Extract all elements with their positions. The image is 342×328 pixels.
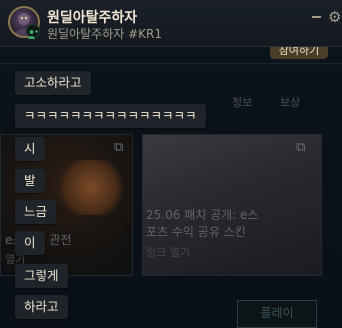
background-tab-rewards[interactable]: 보상 (280, 94, 300, 110)
background-card-patch-sub: 링크 열기 (146, 246, 190, 259)
background-card-patch-caption-line1: 25.06 패치 공개: e스 (146, 208, 259, 222)
chat-message: 느금 (15, 200, 57, 224)
background-divider (0, 63, 342, 64)
background-card-patch-caption-line2: 포츠 수익 공유 스킨 (146, 225, 246, 239)
chat-window: 참여하기 정보 보상 ⧉ e스포츠 관전 열기 ⧉ 25.06 패치 공개: e… (0, 0, 342, 328)
chat-message: ㅋㅋㅋㅋㅋㅋㅋㅋㅋㅋㅋㅋㅋㅋㅋ (15, 104, 206, 128)
chat-message: 이 (15, 231, 45, 255)
background-card-patch[interactable]: ⧉ 25.06 패치 공개: e스 포츠 수익 공유 스킨 링크 열기 (142, 134, 322, 276)
external-link-icon: ⧉ (296, 140, 306, 155)
contact-name: 원딜아탈주하자 (47, 10, 138, 26)
chat-message: 발 (15, 169, 45, 193)
chat-message: 시 (15, 137, 45, 161)
chat-message: 그렇게 (15, 264, 68, 288)
friend-status-icon (26, 24, 40, 39)
chat-message: 하라고 (15, 295, 68, 319)
contact-riot-id: 원딜아탈주하자 #KR1 (47, 27, 162, 41)
minimize-icon[interactable] (312, 16, 321, 18)
gear-icon[interactable]: ⚙ (328, 9, 342, 25)
chat-message: 고소하라고 (15, 71, 91, 95)
play-button[interactable]: 플레이 (237, 300, 317, 328)
external-link-icon: ⧉ (114, 140, 124, 155)
esports-emblem-icon (56, 160, 126, 215)
background-tab-info[interactable]: 정보 (232, 94, 252, 110)
chat-header: 원딜아탈주하자 원딜아탈주하자 #KR1 ⚙ (0, 0, 342, 47)
